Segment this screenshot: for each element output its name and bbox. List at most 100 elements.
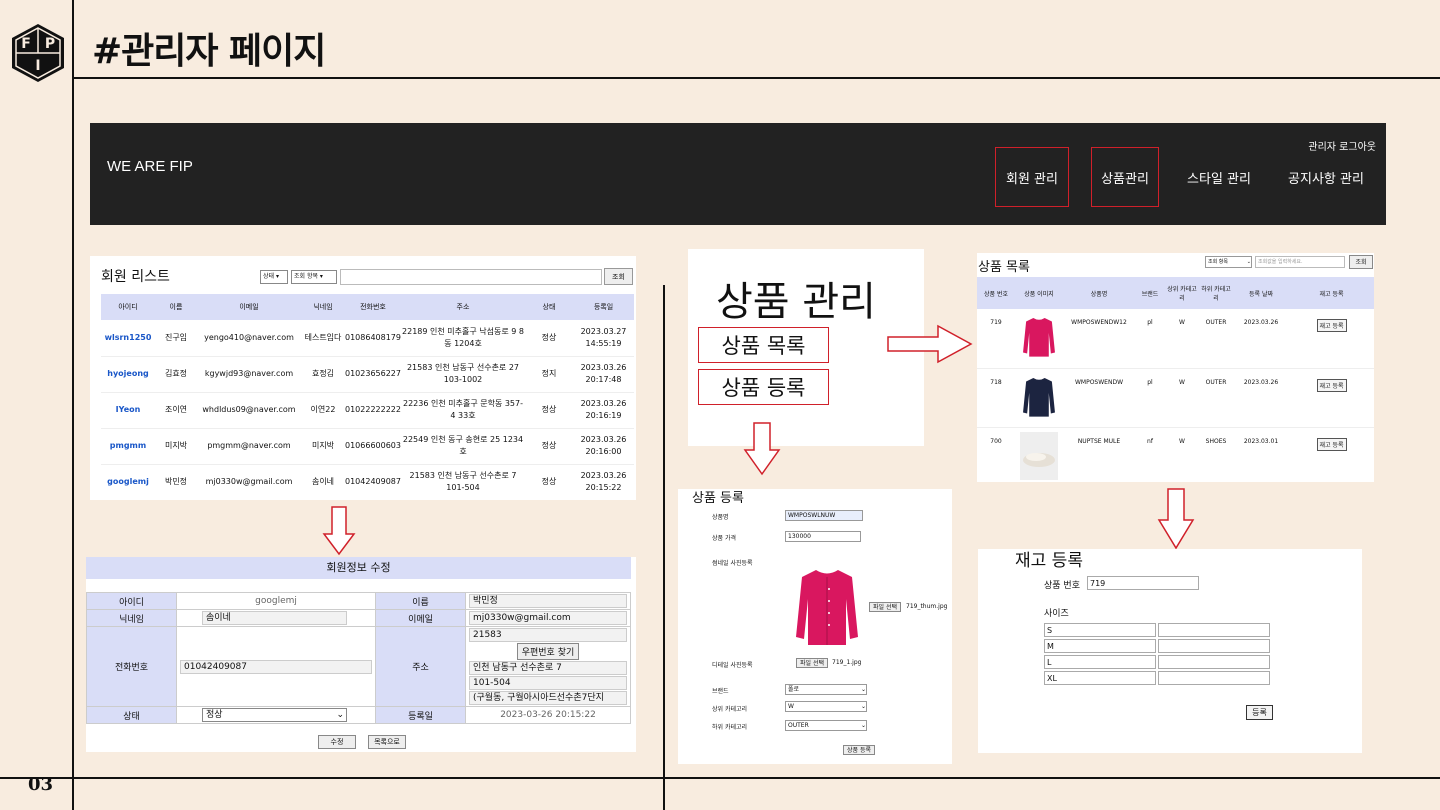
table-row[interactable]: 719 WMPOSWENDW12 pl W OUTER 2023.03.26 재… (977, 309, 1374, 369)
label-addr: 주소 (375, 626, 466, 707)
product-price-input[interactable]: 130000 (785, 531, 861, 542)
addr3-field[interactable]: (구월동, 구월아시아드선수촌7단지 (469, 691, 627, 705)
thumbnail-file-button[interactable]: 파일 선택 (869, 602, 901, 612)
back-to-list-button[interactable]: 목록으로 (368, 735, 406, 749)
member-date-time: 20:16:19 (585, 411, 622, 420)
member-nick: 효정김 (301, 356, 345, 393)
stock-register-button[interactable]: 재고 등록 (1316, 437, 1347, 451)
stock-submit-button[interactable]: 등록 (1246, 705, 1273, 720)
table-row[interactable]: IYeon 조이연 whdldus09@naver.com 이연22 01022… (101, 392, 634, 429)
table-row[interactable]: 700 NUPTSE MULE nf W SHOES 2023.03.01 재고… (977, 427, 1374, 482)
stock-register-panel: 재고 등록 상품 번호 719 사이즈 S M L XL 등록 (978, 549, 1362, 753)
member-list-panel: 회원 리스트 상태 ▾ 조회 항목 ▾ 조회 아이디 이름 이메일 닉네임 전화… (90, 256, 636, 500)
zip-search-button[interactable]: 우편번호 찾기 (516, 643, 580, 660)
svg-text:F: F (21, 36, 31, 52)
cardigan-image (796, 570, 858, 645)
member-id-link[interactable]: wlsrn1250 (101, 320, 155, 357)
edit-submit-button[interactable]: 수정 (318, 735, 356, 749)
member-name: 박민정 (155, 464, 197, 500)
product-filter-select[interactable]: 조회 항목 ⌄ (1205, 256, 1252, 268)
member-name: 조이연 (155, 392, 197, 429)
member-date: 2023.03.26 20:15:22 (573, 464, 634, 500)
member-id-link[interactable]: pmgmm (101, 428, 155, 465)
member-id-link[interactable]: googlemj (101, 464, 155, 500)
status-select[interactable]: 정상 ⌄ (202, 708, 347, 722)
top-category-value: W (788, 703, 794, 710)
stock-register-title: 재고 등록 (1015, 551, 1083, 571)
label-email: 이메일 (375, 609, 466, 627)
table-row[interactable]: 718 WMPOSWENDW pl W OUTER 2023.03.26 재고 … (977, 368, 1374, 428)
product-list-menu-button[interactable]: 상품 목록 (698, 327, 829, 363)
label-product-name: 상품명 (712, 514, 729, 521)
fip-logo-icon: F P I (12, 24, 64, 82)
member-search-button[interactable]: 조회 (604, 268, 633, 285)
product-register-submit-button[interactable]: 상품 등록 (843, 745, 875, 755)
member-date-day: 2023.03.26 (580, 363, 627, 372)
size-qty-input-l[interactable] (1158, 655, 1270, 669)
table-row[interactable]: hyojeong 김효정 kgywjd93@naver.com 효정김 0102… (101, 356, 634, 393)
phone-field[interactable]: 01042409087 (180, 659, 372, 674)
size-qty-input-s[interactable] (1158, 623, 1270, 637)
member-search-input[interactable] (340, 269, 602, 285)
navbar-brand[interactable]: WE ARE FIP (107, 158, 193, 175)
col-product-name: 상품명 (1063, 277, 1135, 309)
label-phone: 전화번호 (86, 626, 177, 707)
stock-register-button[interactable]: 재고 등록 (1316, 378, 1347, 392)
divider-line (663, 285, 665, 810)
name-field[interactable]: 박민정 (469, 594, 627, 608)
frame-left-line (72, 0, 74, 810)
sub-category-value: OUTER (788, 722, 809, 729)
email-field[interactable]: mj0330w@gmail.com (469, 611, 627, 625)
product-name-input[interactable]: WMPOSWLNUW (785, 510, 863, 521)
brand-select[interactable]: 폴로 ⌄ (785, 684, 867, 695)
status-filter-select[interactable]: 상태 ▾ (260, 270, 288, 284)
table-row[interactable]: googlemj 박민정 mj0330w@gmail.com 솜이네 01042… (101, 464, 634, 500)
member-id-link[interactable]: IYeon (101, 392, 155, 429)
member-nick: 미지박 (301, 428, 345, 465)
product-search-input[interactable]: 조회값을 입력하세요. (1255, 256, 1345, 268)
product-name: WMPOSWENDW12 (1063, 309, 1135, 369)
addr2-field[interactable]: 101-504 (469, 676, 627, 690)
table-row[interactable]: pmgmm 미지박 pmgmm@naver.com 미지박 0106660060… (101, 428, 634, 465)
member-nick: 테스트임다 (301, 320, 345, 357)
member-addr: 21583 인천 남동구 선수촌로 27 103-1002 (401, 356, 525, 393)
down-arrow-icon (1157, 488, 1195, 550)
nickname-field[interactable]: 솜이네 (202, 611, 347, 625)
field-filter-select[interactable]: 조회 항목 ▾ (291, 270, 337, 284)
product-no-label: 상품 번호 (1044, 581, 1080, 591)
nav-member-management[interactable]: 회원 관리 (995, 147, 1069, 207)
product-sub: SHOES (1199, 427, 1233, 482)
sub-category-select[interactable]: OUTER ⌄ (785, 720, 867, 731)
zip-field[interactable]: 21583 (469, 628, 627, 642)
size-qty-input-m[interactable] (1158, 639, 1270, 653)
addr1-field[interactable]: 인천 남동구 선수촌로 7 (469, 661, 627, 675)
member-id-link[interactable]: hyojeong (101, 356, 155, 393)
member-date: 2023.03.26 20:16:19 (573, 392, 634, 429)
product-name: NUPTSE MULE (1063, 427, 1135, 482)
label-nick: 닉네임 (86, 609, 177, 627)
product-register-menu-button[interactable]: 상품 등록 (698, 369, 829, 405)
product-search-button[interactable]: 조회 (1349, 255, 1373, 269)
member-date-time: 14:55:19 (585, 338, 622, 348)
col-product-no: 상품 번호 (977, 277, 1015, 309)
product-filter-value: 조회 항목 (1208, 259, 1228, 265)
svg-text:I: I (35, 58, 40, 74)
top-category-select[interactable]: W ⌄ (785, 701, 867, 712)
product-no-input[interactable]: 719 (1087, 576, 1199, 590)
nav-product-management[interactable]: 상품관리 (1091, 147, 1159, 207)
svg-text:P: P (45, 36, 55, 52)
right-arrow-icon (887, 324, 973, 364)
member-table: 아이디 이름 이메일 닉네임 전화번호 주소 상태 등록일 wlsrn1250 … (101, 294, 634, 500)
member-addr: 22189 인천 미추홀구 낙섬동로 9 8동 1204호 (401, 320, 525, 357)
label-id: 아이디 (86, 592, 177, 610)
stock-register-button[interactable]: 재고 등록 (1316, 319, 1347, 332)
detail-file-button[interactable]: 파일 선택 (796, 658, 828, 668)
member-date-time: 20:17:48 (585, 375, 622, 384)
table-row[interactable]: wlsrn1250 진구임 yengo410@naver.com 테스트임다 0… (101, 320, 634, 357)
nav-notice-management[interactable]: 공지사항 관리 (1286, 147, 1366, 207)
stock-cell: 재고 등록 (1289, 368, 1374, 428)
member-email: yengo410@naver.com (197, 320, 301, 357)
size-qty-input-xl[interactable] (1158, 671, 1270, 685)
nav-style-management[interactable]: 스타일 관리 (1180, 147, 1258, 207)
label-date: 등록일 (375, 706, 466, 724)
